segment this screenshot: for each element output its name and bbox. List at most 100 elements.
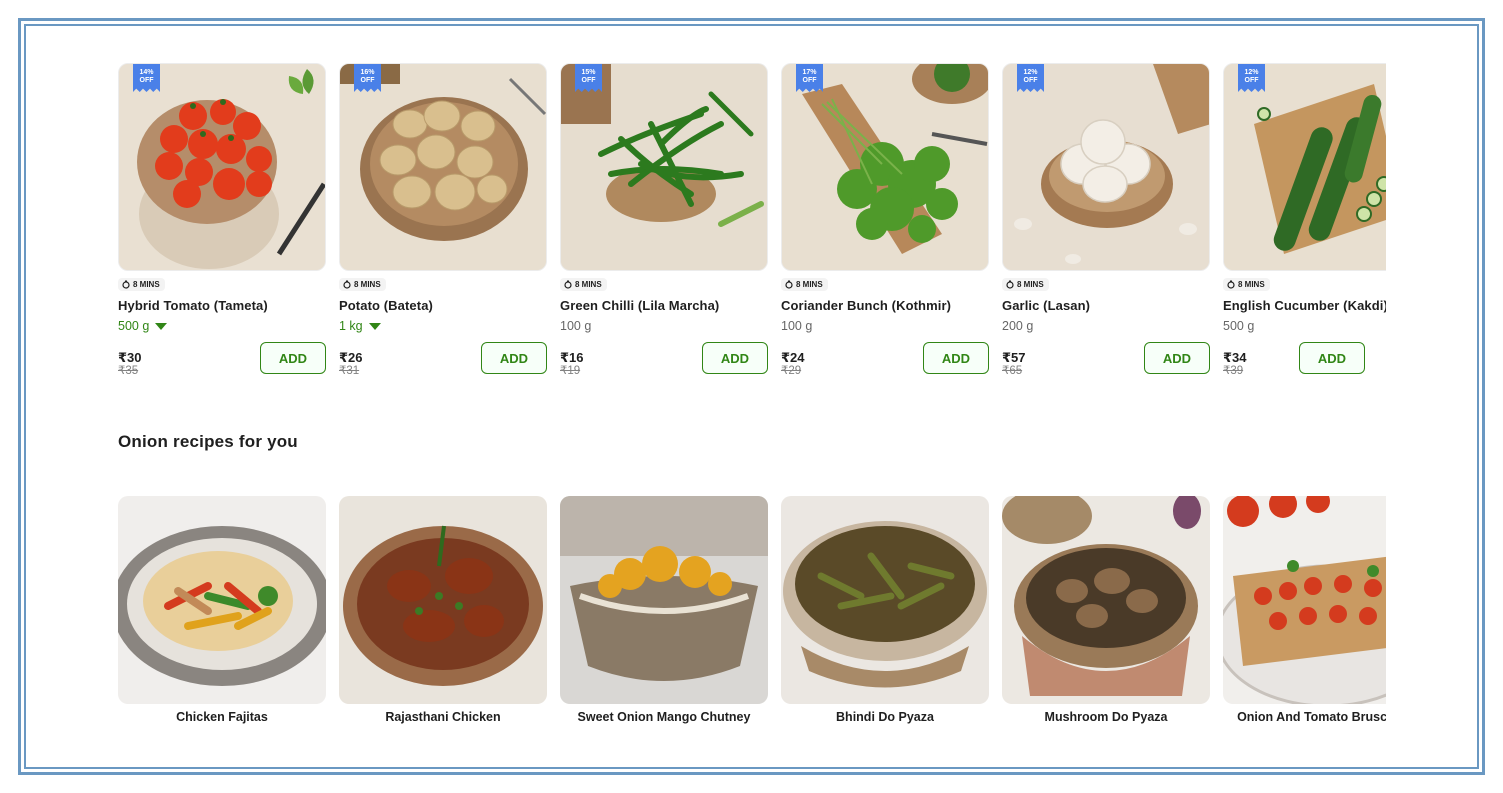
product-name: Potato (Bateta) bbox=[339, 298, 433, 313]
product-image[interactable]: 12% OFF bbox=[1002, 63, 1210, 271]
recipe-image[interactable] bbox=[560, 496, 768, 704]
stopwatch-icon bbox=[1227, 280, 1235, 289]
recipe-card[interactable]: Rajasthani Chicken bbox=[339, 496, 547, 724]
coriander-icon bbox=[782, 64, 988, 270]
delivery-time-chip: 8 MINS bbox=[1002, 278, 1049, 291]
price-row: ₹57 ₹65 ADD bbox=[1002, 342, 1210, 378]
mrp: ₹65 bbox=[1002, 365, 1023, 377]
price: ₹26 bbox=[339, 350, 363, 365]
mrp: ₹31 bbox=[339, 365, 360, 377]
stopwatch-icon bbox=[122, 280, 130, 289]
discount-badge: 16% OFF bbox=[354, 64, 381, 92]
quantity-text: 200 g bbox=[1002, 319, 1034, 333]
add-button[interactable]: ADD bbox=[923, 342, 989, 374]
add-button[interactable]: ADD bbox=[1144, 342, 1210, 374]
mrp: ₹19 bbox=[560, 365, 581, 377]
price: ₹34 bbox=[1223, 350, 1247, 365]
stopwatch-icon bbox=[343, 280, 351, 289]
add-button[interactable]: ADD bbox=[260, 342, 326, 374]
quantity-text: 1 kg bbox=[339, 319, 363, 333]
product-card[interactable]: 17% OFF 8 MINS Coriander Bunch (Kothmir) … bbox=[781, 63, 989, 378]
cucumber-icon bbox=[1224, 64, 1386, 270]
price: ₹57 bbox=[1002, 350, 1026, 365]
garlic-icon bbox=[1003, 64, 1209, 270]
add-button[interactable]: ADD bbox=[1299, 342, 1365, 374]
delivery-time-chip: 8 MINS bbox=[781, 278, 828, 291]
quantity-selector[interactable]: 500 g bbox=[118, 318, 326, 334]
quantity-selector[interactable]: 1 kg bbox=[339, 318, 547, 334]
product-card[interactable]: 12% OFF 8 MINS Garlic (Lasan) 200 g ₹57 ₹… bbox=[1002, 63, 1210, 378]
recipe-name: Rajasthani Chicken bbox=[385, 710, 501, 724]
mushroom-icon bbox=[1002, 496, 1210, 704]
eta-text: 8 MINS bbox=[1238, 280, 1265, 289]
add-button[interactable]: ADD bbox=[481, 342, 547, 374]
products-carousel[interactable]: 14% OFF 8 MINS Hybrid Tomato (Tameta) 500… bbox=[118, 63, 1386, 378]
product-image[interactable]: 15% OFF bbox=[560, 63, 768, 271]
product-image[interactable]: 12% OFF bbox=[1223, 63, 1386, 271]
product-card[interactable]: 14% OFF 8 MINS Hybrid Tomato (Tameta) 500… bbox=[118, 63, 326, 378]
section-title: Onion recipes for you bbox=[118, 432, 298, 451]
eta-text: 8 MINS bbox=[1017, 280, 1044, 289]
discount-badge: 17% OFF bbox=[796, 64, 823, 92]
recipe-image[interactable] bbox=[781, 496, 989, 704]
tomato-icon bbox=[119, 64, 325, 270]
recipe-card[interactable]: Bhindi Do Pyaza bbox=[781, 496, 989, 724]
bruschetta-icon bbox=[1223, 496, 1386, 704]
product-name: Hybrid Tomato (Tameta) bbox=[118, 298, 268, 313]
delivery-time-chip: 8 MINS bbox=[339, 278, 386, 291]
add-button[interactable]: ADD bbox=[702, 342, 768, 374]
delivery-time-chip: 8 MINS bbox=[560, 278, 607, 291]
delivery-time-chip: 8 MINS bbox=[118, 278, 165, 291]
products-row: 14% OFF 8 MINS Hybrid Tomato (Tameta) 500… bbox=[118, 63, 1386, 378]
eta-text: 8 MINS bbox=[133, 280, 160, 289]
discount-badge: 14% OFF bbox=[133, 64, 160, 92]
recipe-name: Mushroom Do Pyaza bbox=[1044, 710, 1168, 724]
product-image[interactable]: 17% OFF bbox=[781, 63, 989, 271]
recipe-image[interactable] bbox=[339, 496, 547, 704]
chicken-curry-icon bbox=[339, 496, 547, 704]
price-row: ₹16 ₹19 ADD bbox=[560, 342, 768, 378]
eta-text: 8 MINS bbox=[796, 280, 823, 289]
product-card[interactable]: 12% OFF 8 MINS English Cucumber (Kakdi) 5… bbox=[1223, 63, 1386, 378]
price-row: ₹34 ₹39 ADD bbox=[1223, 342, 1386, 378]
quantity-text: 500 g bbox=[118, 319, 150, 333]
price-row: ₹24 ₹29 ADD bbox=[781, 342, 989, 378]
recipe-image[interactable] bbox=[118, 496, 326, 704]
eta-text: 8 MINS bbox=[575, 280, 602, 289]
recipe-name: Chicken Fajitas bbox=[176, 710, 268, 724]
recipe-name: Bhindi Do Pyaza bbox=[836, 710, 934, 724]
product-name: English Cucumber (Kakdi) bbox=[1223, 298, 1386, 313]
quantity-text: 100 g bbox=[781, 319, 813, 333]
caret-down-icon bbox=[368, 322, 381, 330]
quantity-text: 500 g bbox=[1223, 319, 1255, 333]
product-image[interactable]: 16% OFF bbox=[339, 63, 547, 271]
mrp: ₹29 bbox=[781, 365, 802, 377]
quantity-text: 100 g bbox=[560, 319, 592, 333]
product-card[interactable]: 16% OFF 8 MINS Potato (Bateta) 1 kg ₹26 ₹… bbox=[339, 63, 547, 378]
product-name: Coriander Bunch (Kothmir) bbox=[781, 298, 952, 313]
discount-badge: 15% OFF bbox=[575, 64, 602, 92]
delivery-time-chip: 8 MINS bbox=[1223, 278, 1270, 291]
product-card[interactable]: 15% OFF 8 MINS Green Chilli (Lila Marcha)… bbox=[560, 63, 768, 378]
recipe-name: Onion And Tomato Bruschetta bbox=[1237, 710, 1386, 724]
recipe-card[interactable]: Mushroom Do Pyaza bbox=[1002, 496, 1210, 724]
recipe-image[interactable] bbox=[1002, 496, 1210, 704]
recipe-card[interactable]: Sweet Onion Mango Chutney bbox=[560, 496, 768, 724]
product-name: Green Chilli (Lila Marcha) bbox=[560, 298, 720, 313]
price: ₹24 bbox=[781, 350, 805, 365]
eta-text: 8 MINS bbox=[354, 280, 381, 289]
discount-badge: 12% OFF bbox=[1238, 64, 1265, 92]
bhindi-icon bbox=[781, 496, 989, 704]
recipes-row: Chicken Fajitas Rajasthani Chicken Sweet… bbox=[118, 496, 1386, 724]
price: ₹16 bbox=[560, 350, 584, 365]
discount-badge: 12% OFF bbox=[1017, 64, 1044, 92]
recipe-card[interactable]: Onion And Tomato Bruschetta bbox=[1223, 496, 1386, 724]
recipe-image[interactable] bbox=[1223, 496, 1386, 704]
chilli-icon bbox=[561, 64, 767, 270]
product-name: Garlic (Lasan) bbox=[1002, 298, 1091, 313]
mrp: ₹35 bbox=[118, 365, 139, 377]
recipes-carousel[interactable]: Chicken Fajitas Rajasthani Chicken Sweet… bbox=[118, 496, 1386, 724]
fajitas-icon bbox=[118, 496, 326, 704]
recipe-card[interactable]: Chicken Fajitas bbox=[118, 496, 326, 724]
product-image[interactable]: 14% OFF bbox=[118, 63, 326, 271]
